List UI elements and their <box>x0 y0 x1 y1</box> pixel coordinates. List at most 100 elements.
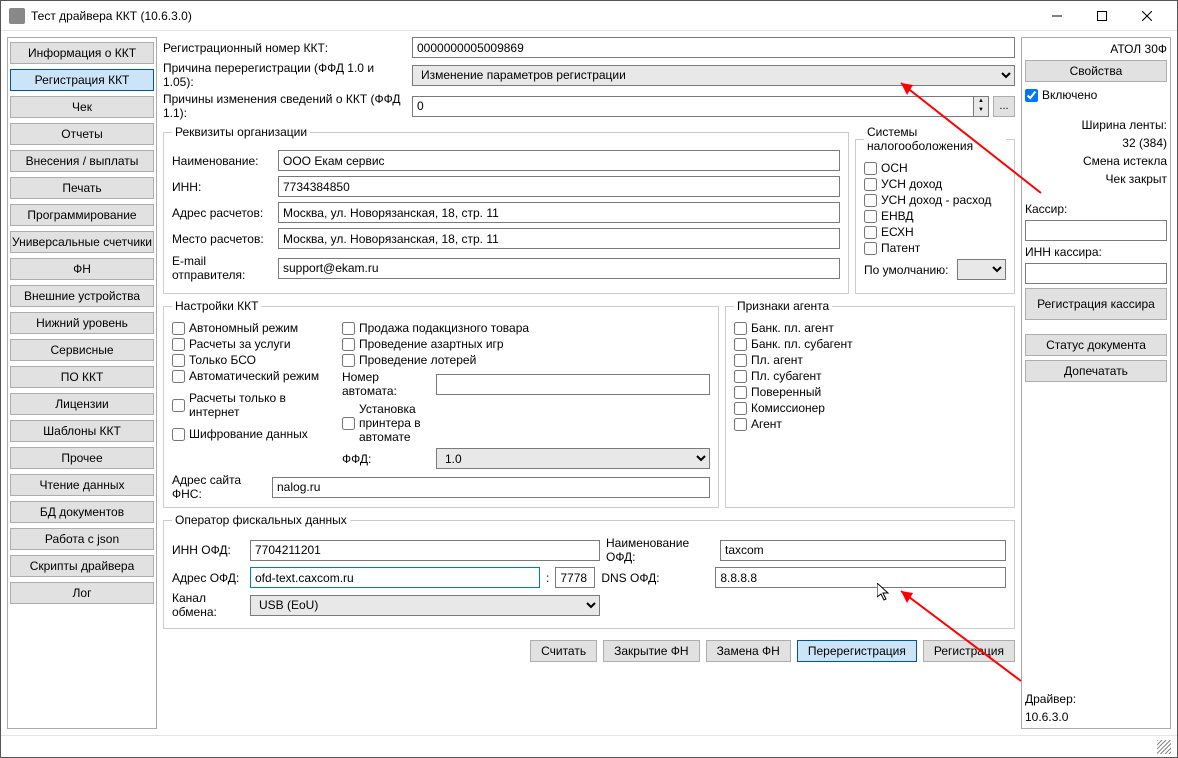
ofd-channel-select[interactable]: USB (EoU) <box>250 595 600 616</box>
org-email-input[interactable] <box>278 258 840 279</box>
kkt-lottery-check[interactable] <box>342 354 355 367</box>
tax-patent-check[interactable] <box>864 242 877 255</box>
kkt-autonomous-check[interactable] <box>172 322 185 335</box>
nav-fn[interactable]: ФН <box>10 258 154 280</box>
nav-print[interactable]: Печать <box>10 177 154 199</box>
nav-counters[interactable]: Универсальные счетчики <box>10 231 154 253</box>
enabled-check[interactable] <box>1025 89 1038 102</box>
replace-fn-button[interactable]: Замена ФН <box>706 640 791 662</box>
check-status: Чек закрыт <box>1025 172 1167 186</box>
reason-select[interactable]: Изменение параметров регистрации <box>412 65 1015 86</box>
nav-service[interactable]: Сервисные <box>10 339 154 361</box>
kkt-internet-check[interactable] <box>172 399 185 412</box>
nav-info[interactable]: Информация о ККТ <box>10 42 154 64</box>
tax-usn-dr-label: УСН доход - расход <box>881 193 991 207</box>
ofd-dns-input[interactable] <box>715 567 1006 588</box>
nav-programming[interactable]: Программирование <box>10 204 154 226</box>
org-fieldset: Реквизиты организации Наименование: ИНН:… <box>163 125 849 294</box>
agent-pay-check[interactable] <box>734 354 747 367</box>
nav-deposits[interactable]: Внесения / выплаты <box>10 150 154 172</box>
nav-scripts[interactable]: Скрипты драйвера <box>10 555 154 577</box>
tax-osn-check[interactable] <box>864 162 877 175</box>
changes-label: Причины изменения сведений о ККТ (ФФД 1.… <box>163 92 408 120</box>
agent-bank-check[interactable] <box>734 322 747 335</box>
agent-attorney-check[interactable] <box>734 386 747 399</box>
org-name-input[interactable] <box>278 150 840 171</box>
kkt-bso-check[interactable] <box>172 354 185 367</box>
nav-templates[interactable]: Шаблоны ККТ <box>10 420 154 442</box>
kkt-encrypt-check[interactable] <box>172 428 185 441</box>
kkt-services-check[interactable] <box>172 338 185 351</box>
kkt-legend: Настройки ККТ <box>172 299 261 313</box>
close-button[interactable] <box>1124 2 1169 30</box>
reg-cashier-button[interactable]: Регистрация кассира <box>1025 288 1167 320</box>
right-panel: АТОЛ 30Ф Свойства Включено Ширина ленты:… <box>1021 37 1171 729</box>
nav-low[interactable]: Нижний уровень <box>10 312 154 334</box>
agent-banksub-check[interactable] <box>734 338 747 351</box>
kkt-settings-fieldset: Настройки ККТ Автономный режим Расчеты з… <box>163 299 719 508</box>
cashier-inn-input[interactable] <box>1025 263 1167 284</box>
changes-browse-button[interactable]: ... <box>993 96 1015 117</box>
nav-json[interactable]: Работа с json <box>10 528 154 550</box>
ofd-name-input[interactable] <box>720 540 1006 561</box>
ofd-legend: Оператор фискальных данных <box>172 513 350 527</box>
changes-input[interactable] <box>412 96 973 117</box>
nav-log[interactable]: Лог <box>10 582 154 604</box>
nav-readdata[interactable]: Чтение данных <box>10 474 154 496</box>
nav-ext[interactable]: Внешние устройства <box>10 285 154 307</box>
fns-input[interactable] <box>272 477 710 498</box>
nav-software[interactable]: ПО ККТ <box>10 366 154 388</box>
sidebar: Информация о ККТ Регистрация ККТ Чек Отч… <box>7 37 157 729</box>
reg-button[interactable]: Регистрация <box>923 640 1015 662</box>
tax-fieldset: Системы налогооболожения ОСН УСН доход У… <box>855 125 1015 294</box>
agent-legend: Признаки агента <box>734 299 832 313</box>
nav-reports[interactable]: Отчеты <box>10 123 154 145</box>
close-fn-button[interactable]: Закрытие ФН <box>603 640 699 662</box>
tape-value: 32 (384) <box>1025 136 1167 150</box>
maximize-button[interactable] <box>1079 2 1124 30</box>
regnum-input[interactable] <box>412 37 1015 58</box>
kkt-auto-check[interactable] <box>172 370 185 383</box>
props-button[interactable]: Свойства <box>1025 60 1167 82</box>
ofd-port-input[interactable] <box>555 567 595 588</box>
nav-registration[interactable]: Регистрация ККТ <box>10 69 154 91</box>
regnum-label: Регистрационный номер ККТ: <box>163 41 408 55</box>
tax-patent-label: Патент <box>881 241 920 255</box>
main-area: Регистрационный номер ККТ: Причина перер… <box>163 37 1015 729</box>
kkt-machine-input[interactable] <box>436 374 710 395</box>
kkt-printer-check[interactable] <box>342 417 355 430</box>
org-addr-label: Адрес расчетов: <box>172 206 272 220</box>
cashier-label: Кассир: <box>1025 202 1167 216</box>
minimize-button[interactable] <box>1034 2 1079 30</box>
nav-check[interactable]: Чек <box>10 96 154 118</box>
nav-other[interactable]: Прочее <box>10 447 154 469</box>
resize-grip-icon[interactable] <box>1157 740 1171 754</box>
kkt-excise-check[interactable] <box>342 322 355 335</box>
nav-licenses[interactable]: Лицензии <box>10 393 154 415</box>
read-button[interactable]: Считать <box>530 640 597 662</box>
action-buttons: Считать Закрытие ФН Замена ФН Перерегист… <box>163 640 1015 662</box>
tax-esxn-check[interactable] <box>864 226 877 239</box>
reprint-button[interactable]: Допечатать <box>1025 360 1167 382</box>
rereg-button[interactable]: Перерегистрация <box>797 640 917 662</box>
nav-bddoc[interactable]: БД документов <box>10 501 154 523</box>
tax-usn-d-check[interactable] <box>864 178 877 191</box>
agent-commissioner-check[interactable] <box>734 402 747 415</box>
tax-usn-dr-check[interactable] <box>864 194 877 207</box>
cashier-input[interactable] <box>1025 220 1167 241</box>
agent-agent-check[interactable] <box>734 418 747 431</box>
titlebar: Тест драйвера ККТ (10.6.3.0) <box>1 1 1177 31</box>
org-place-input[interactable] <box>278 228 840 249</box>
ofd-inn-input[interactable] <box>250 540 600 561</box>
agent-paysub-check[interactable] <box>734 370 747 383</box>
org-inn-input[interactable] <box>278 176 840 197</box>
tax-default-select[interactable] <box>957 259 1007 280</box>
ofd-addr-input[interactable] <box>250 567 540 588</box>
org-addr-input[interactable] <box>278 202 840 223</box>
doc-status-button[interactable]: Статус документа <box>1025 334 1167 356</box>
changes-spinner[interactable]: ▲▼ <box>973 96 989 117</box>
tax-envd-check[interactable] <box>864 210 877 223</box>
kkt-gambling-check[interactable] <box>342 338 355 351</box>
driver-label: Драйвер: <box>1025 692 1167 706</box>
kkt-ffd-select[interactable]: 1.0 <box>436 448 710 469</box>
